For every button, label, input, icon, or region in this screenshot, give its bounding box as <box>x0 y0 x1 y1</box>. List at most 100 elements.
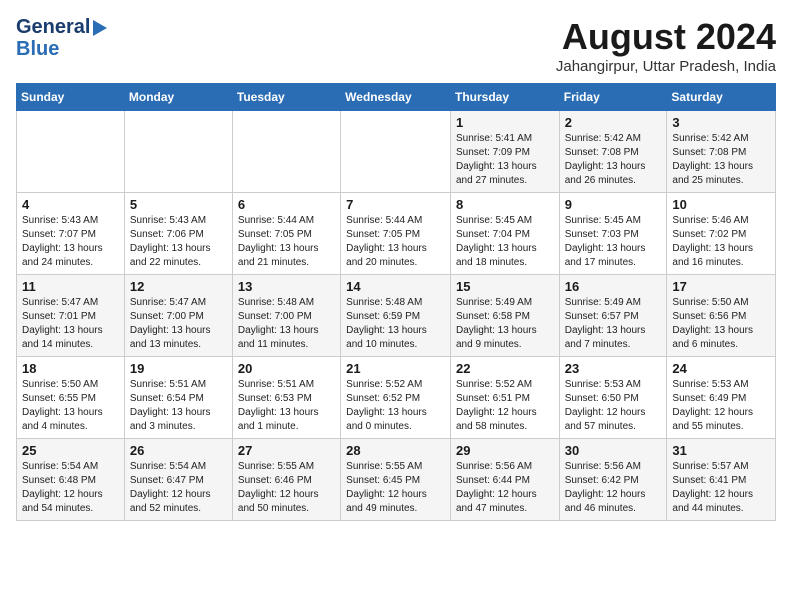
day-info: Sunrise: 5:50 AM Sunset: 6:55 PM Dayligh… <box>22 378 119 434</box>
day-info: Sunrise: 5:48 AM Sunset: 7:00 PM Dayligh… <box>238 296 335 352</box>
day-number: 22 <box>456 361 554 376</box>
day-info: Sunrise: 5:43 AM Sunset: 7:07 PM Dayligh… <box>22 214 119 270</box>
day-cell: 12 Sunrise: 5:47 AM Sunset: 7:00 PM Dayli… <box>124 275 232 357</box>
week-row-2: 4Sunrise: 5:43 AM Sunset: 7:07 PM Daylig… <box>17 193 776 275</box>
day-number: 8 <box>456 197 554 212</box>
day-cell: 16Sunrise: 5:49 AM Sunset: 6:57 PM Dayli… <box>559 275 667 357</box>
day-number: 31 <box>672 443 770 458</box>
day-number: 5 <box>130 197 227 212</box>
day-info: Sunrise: 5:45 AM Sunset: 7:03 PM Dayligh… <box>565 214 662 270</box>
day-info: Sunrise: 5:49 AM Sunset: 6:58 PM Dayligh… <box>456 296 554 352</box>
day-number: 20 <box>238 361 335 376</box>
day-number: 23 <box>565 361 662 376</box>
day-cell: 5 Sunrise: 5:43 AM Sunset: 7:06 PM Daylig… <box>124 193 232 275</box>
day-number: 15 <box>456 279 554 294</box>
week-row-1: 1 Sunrise: 5:41 AM Sunset: 7:09 PM Daylig… <box>17 111 776 193</box>
logo: General Blue <box>16 16 107 60</box>
day-cell: 3Sunrise: 5:42 AM Sunset: 7:08 PM Daylig… <box>667 111 776 193</box>
header-cell-tuesday: Tuesday <box>232 84 340 111</box>
day-info: Sunrise: 5:42 AM Sunset: 7:08 PM Dayligh… <box>672 132 770 188</box>
day-number: 6 <box>238 197 335 212</box>
day-info: Sunrise: 5:49 AM Sunset: 6:57 PM Dayligh… <box>565 296 662 352</box>
month-year-title: August 2024 <box>556 16 776 58</box>
day-number: 30 <box>565 443 662 458</box>
calendar-header: SundayMondayTuesdayWednesdayThursdayFrid… <box>17 84 776 111</box>
day-number: 18 <box>22 361 119 376</box>
calendar-table: SundayMondayTuesdayWednesdayThursdayFrid… <box>16 83 776 521</box>
day-info: Sunrise: 5:48 AM Sunset: 6:59 PM Dayligh… <box>346 296 445 352</box>
week-row-5: 25 Sunrise: 5:54 AM Sunset: 6:48 PM Dayli… <box>17 439 776 521</box>
day-cell <box>124 111 232 193</box>
day-cell <box>232 111 340 193</box>
day-number: 1 <box>456 115 554 130</box>
day-cell: 23Sunrise: 5:53 AM Sunset: 6:50 PM Dayli… <box>559 357 667 439</box>
day-cell: 21 Sunrise: 5:52 AM Sunset: 6:52 PM Dayli… <box>341 357 451 439</box>
header-cell-friday: Friday <box>559 84 667 111</box>
header-row: SundayMondayTuesdayWednesdayThursdayFrid… <box>17 84 776 111</box>
title-block: August 2024 Jahangirpur, Uttar Pradesh, … <box>556 16 776 75</box>
day-number: 12 <box>130 279 227 294</box>
header-cell-saturday: Saturday <box>667 84 776 111</box>
day-info: Sunrise: 5:51 AM Sunset: 6:54 PM Dayligh… <box>130 378 227 434</box>
day-number: 19 <box>130 361 227 376</box>
week-row-3: 11 Sunrise: 5:47 AM Sunset: 7:01 PM Dayli… <box>17 275 776 357</box>
day-info: Sunrise: 5:45 AM Sunset: 7:04 PM Dayligh… <box>456 214 554 270</box>
day-info: Sunrise: 5:46 AM Sunset: 7:02 PM Dayligh… <box>672 214 770 270</box>
day-number: 28 <box>346 443 445 458</box>
day-info: Sunrise: 5:44 AM Sunset: 7:05 PM Dayligh… <box>238 214 335 270</box>
header-cell-monday: Monday <box>124 84 232 111</box>
day-cell: 24Sunrise: 5:53 AM Sunset: 6:49 PM Dayli… <box>667 357 776 439</box>
location-subtitle: Jahangirpur, Uttar Pradesh, India <box>556 58 776 75</box>
day-cell: 17Sunrise: 5:50 AM Sunset: 6:56 PM Dayli… <box>667 275 776 357</box>
day-cell: 22 Sunrise: 5:52 AM Sunset: 6:51 PM Dayli… <box>450 357 559 439</box>
day-number: 25 <box>22 443 119 458</box>
day-info: Sunrise: 5:52 AM Sunset: 6:52 PM Dayligh… <box>346 378 445 434</box>
day-number: 14 <box>346 279 445 294</box>
day-number: 11 <box>22 279 119 294</box>
day-info: Sunrise: 5:42 AM Sunset: 7:08 PM Dayligh… <box>565 132 662 188</box>
day-number: 13 <box>238 279 335 294</box>
day-info: Sunrise: 5:47 AM Sunset: 7:01 PM Dayligh… <box>22 296 119 352</box>
day-info: Sunrise: 5:41 AM Sunset: 7:09 PM Dayligh… <box>456 132 554 188</box>
day-info: Sunrise: 5:57 AM Sunset: 6:41 PM Dayligh… <box>672 460 770 516</box>
day-cell: 8 Sunrise: 5:45 AM Sunset: 7:04 PM Daylig… <box>450 193 559 275</box>
logo-general: General <box>16 16 90 38</box>
day-cell <box>17 111 125 193</box>
header-cell-wednesday: Wednesday <box>341 84 451 111</box>
day-cell: 1 Sunrise: 5:41 AM Sunset: 7:09 PM Daylig… <box>450 111 559 193</box>
day-cell: 10Sunrise: 5:46 AM Sunset: 7:02 PM Dayli… <box>667 193 776 275</box>
day-cell: 15 Sunrise: 5:49 AM Sunset: 6:58 PM Dayli… <box>450 275 559 357</box>
day-number: 24 <box>672 361 770 376</box>
day-cell: 30 Sunrise: 5:56 AM Sunset: 6:42 PM Dayli… <box>559 439 667 521</box>
day-cell: 27 Sunrise: 5:55 AM Sunset: 6:46 PM Dayli… <box>232 439 340 521</box>
day-number: 27 <box>238 443 335 458</box>
day-cell: 14 Sunrise: 5:48 AM Sunset: 6:59 PM Dayli… <box>341 275 451 357</box>
day-cell: 6 Sunrise: 5:44 AM Sunset: 7:05 PM Daylig… <box>232 193 340 275</box>
week-row-4: 18 Sunrise: 5:50 AM Sunset: 6:55 PM Dayli… <box>17 357 776 439</box>
day-cell: 9 Sunrise: 5:45 AM Sunset: 7:03 PM Daylig… <box>559 193 667 275</box>
day-cell <box>341 111 451 193</box>
day-info: Sunrise: 5:43 AM Sunset: 7:06 PM Dayligh… <box>130 214 227 270</box>
day-cell: 18 Sunrise: 5:50 AM Sunset: 6:55 PM Dayli… <box>17 357 125 439</box>
day-info: Sunrise: 5:56 AM Sunset: 6:44 PM Dayligh… <box>456 460 554 516</box>
day-number: 9 <box>565 197 662 212</box>
logo-blue: Blue <box>16 38 107 60</box>
header-cell-sunday: Sunday <box>17 84 125 111</box>
day-info: Sunrise: 5:47 AM Sunset: 7:00 PM Dayligh… <box>130 296 227 352</box>
day-cell: 13 Sunrise: 5:48 AM Sunset: 7:00 PM Dayli… <box>232 275 340 357</box>
logo-arrow-icon <box>93 20 107 36</box>
day-info: Sunrise: 5:54 AM Sunset: 6:48 PM Dayligh… <box>22 460 119 516</box>
day-number: 26 <box>130 443 227 458</box>
day-info: Sunrise: 5:52 AM Sunset: 6:51 PM Dayligh… <box>456 378 554 434</box>
day-info: Sunrise: 5:50 AM Sunset: 6:56 PM Dayligh… <box>672 296 770 352</box>
day-info: Sunrise: 5:44 AM Sunset: 7:05 PM Dayligh… <box>346 214 445 270</box>
day-cell: 31 Sunrise: 5:57 AM Sunset: 6:41 PM Dayli… <box>667 439 776 521</box>
calendar-body: 1 Sunrise: 5:41 AM Sunset: 7:09 PM Daylig… <box>17 111 776 521</box>
day-info: Sunrise: 5:55 AM Sunset: 6:46 PM Dayligh… <box>238 460 335 516</box>
day-number: 2 <box>565 115 662 130</box>
day-info: Sunrise: 5:51 AM Sunset: 6:53 PM Dayligh… <box>238 378 335 434</box>
day-cell: 28 Sunrise: 5:55 AM Sunset: 6:45 PM Dayli… <box>341 439 451 521</box>
day-info: Sunrise: 5:55 AM Sunset: 6:45 PM Dayligh… <box>346 460 445 516</box>
day-number: 21 <box>346 361 445 376</box>
day-info: Sunrise: 5:56 AM Sunset: 6:42 PM Dayligh… <box>565 460 662 516</box>
